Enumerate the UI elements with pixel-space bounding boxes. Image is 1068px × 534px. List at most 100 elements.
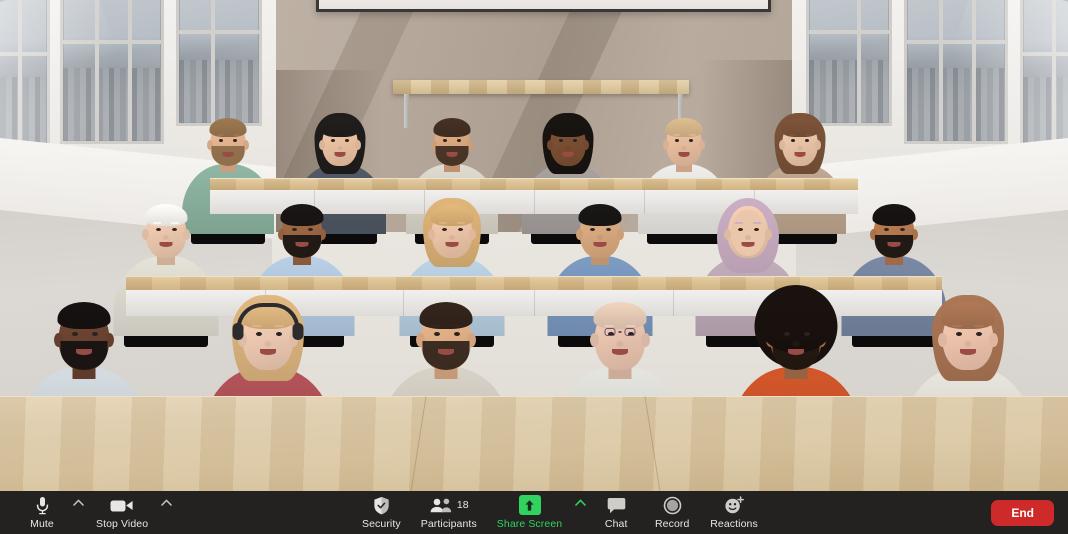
mute-options-chevron-up-icon[interactable] xyxy=(70,495,86,529)
mouth xyxy=(334,152,346,157)
mouth xyxy=(445,242,459,247)
hair-front xyxy=(57,302,111,329)
chat-button[interactable]: Chat xyxy=(588,495,644,530)
ear xyxy=(663,140,669,150)
share-screen-button[interactable]: Share Screen xyxy=(487,495,572,530)
nose xyxy=(616,341,624,347)
record-label: Record xyxy=(654,518,690,530)
ear xyxy=(616,229,624,240)
beard xyxy=(422,341,470,370)
hair-front xyxy=(549,118,587,137)
eye xyxy=(454,332,460,336)
ear xyxy=(182,229,190,240)
share-screen-icon-wrap xyxy=(518,495,541,515)
hair-front xyxy=(593,302,647,329)
shield-icon xyxy=(373,495,390,515)
nose xyxy=(745,235,751,240)
eye xyxy=(172,228,177,231)
eyebrow xyxy=(587,222,595,224)
eye xyxy=(805,139,809,142)
participants-label: Participants xyxy=(420,518,477,530)
mouth xyxy=(960,349,976,355)
nose xyxy=(449,235,455,240)
whiteboard-screen xyxy=(316,0,771,12)
eyebrow xyxy=(452,325,463,327)
hair-front xyxy=(419,302,473,329)
ear xyxy=(355,140,361,150)
mouth xyxy=(741,242,755,247)
eyebrow xyxy=(344,134,352,136)
reactions-button[interactable]: Reactions xyxy=(700,495,768,530)
nose xyxy=(565,146,571,150)
eye xyxy=(219,139,223,142)
ear xyxy=(583,140,589,150)
eyebrow xyxy=(688,134,696,136)
mouth xyxy=(612,349,628,355)
beard xyxy=(772,341,820,370)
mouth xyxy=(438,349,454,355)
participants-button[interactable]: 18 Participants xyxy=(411,495,487,530)
hair-front xyxy=(941,302,995,329)
share-up-arrow-icon xyxy=(518,495,541,515)
window-pane xyxy=(0,0,50,162)
hair-front xyxy=(430,204,474,226)
hair-front xyxy=(321,118,359,137)
record-button[interactable]: Record xyxy=(644,495,700,530)
mouth xyxy=(678,152,690,157)
eye xyxy=(804,332,810,336)
hair-front xyxy=(872,204,916,226)
eyebrow xyxy=(952,325,963,327)
foreground-desk xyxy=(0,396,1068,491)
eyebrow xyxy=(899,222,907,224)
mute-button[interactable]: Mute xyxy=(14,495,70,530)
eyebrow xyxy=(307,222,315,224)
share-screen-options-chevron-up-icon[interactable] xyxy=(572,495,588,529)
mouth xyxy=(76,349,92,355)
eyebrow xyxy=(430,325,441,327)
mouth xyxy=(562,152,574,157)
eyebrow xyxy=(68,325,79,327)
eyebrow xyxy=(780,325,791,327)
stop-video-button[interactable]: Stop Video xyxy=(86,495,158,530)
hair-front xyxy=(578,204,622,226)
eyebrow xyxy=(90,325,101,327)
microphone-icon xyxy=(35,495,50,515)
eyebrow xyxy=(605,222,613,224)
mouth xyxy=(788,349,804,355)
eye xyxy=(606,228,611,231)
eyebrow xyxy=(171,222,179,224)
window-pane xyxy=(806,0,892,126)
eyebrow xyxy=(289,222,297,224)
eyebrow xyxy=(974,325,985,327)
security-label: Security xyxy=(362,518,401,530)
mute-label: Mute xyxy=(30,518,54,530)
nose xyxy=(797,146,803,150)
eyebrow xyxy=(439,222,447,224)
mouth xyxy=(794,152,806,157)
nose xyxy=(597,235,603,240)
eye xyxy=(458,228,463,231)
eye xyxy=(754,228,759,231)
window-pane xyxy=(60,0,164,144)
eye xyxy=(784,332,790,336)
video-options-chevron-up-icon[interactable] xyxy=(158,495,174,529)
mouth xyxy=(887,242,901,247)
stop-video-label: Stop Video xyxy=(96,518,149,530)
eye xyxy=(675,139,679,142)
eye xyxy=(92,332,98,336)
nose xyxy=(264,341,272,347)
record-circle-icon xyxy=(663,495,682,515)
eye xyxy=(331,139,335,142)
security-button[interactable]: Security xyxy=(352,495,411,530)
eyebrow xyxy=(802,325,813,327)
ear xyxy=(547,140,553,150)
nose xyxy=(337,146,343,150)
eye xyxy=(434,332,440,336)
eyebrow xyxy=(788,134,796,136)
eye xyxy=(443,139,447,142)
smiley-plus-icon xyxy=(724,495,745,515)
eyebrow xyxy=(804,134,812,136)
end-meeting-button[interactable]: End xyxy=(991,499,1054,526)
hair-front xyxy=(665,118,703,137)
participants-icon-group: 18 xyxy=(429,495,469,515)
